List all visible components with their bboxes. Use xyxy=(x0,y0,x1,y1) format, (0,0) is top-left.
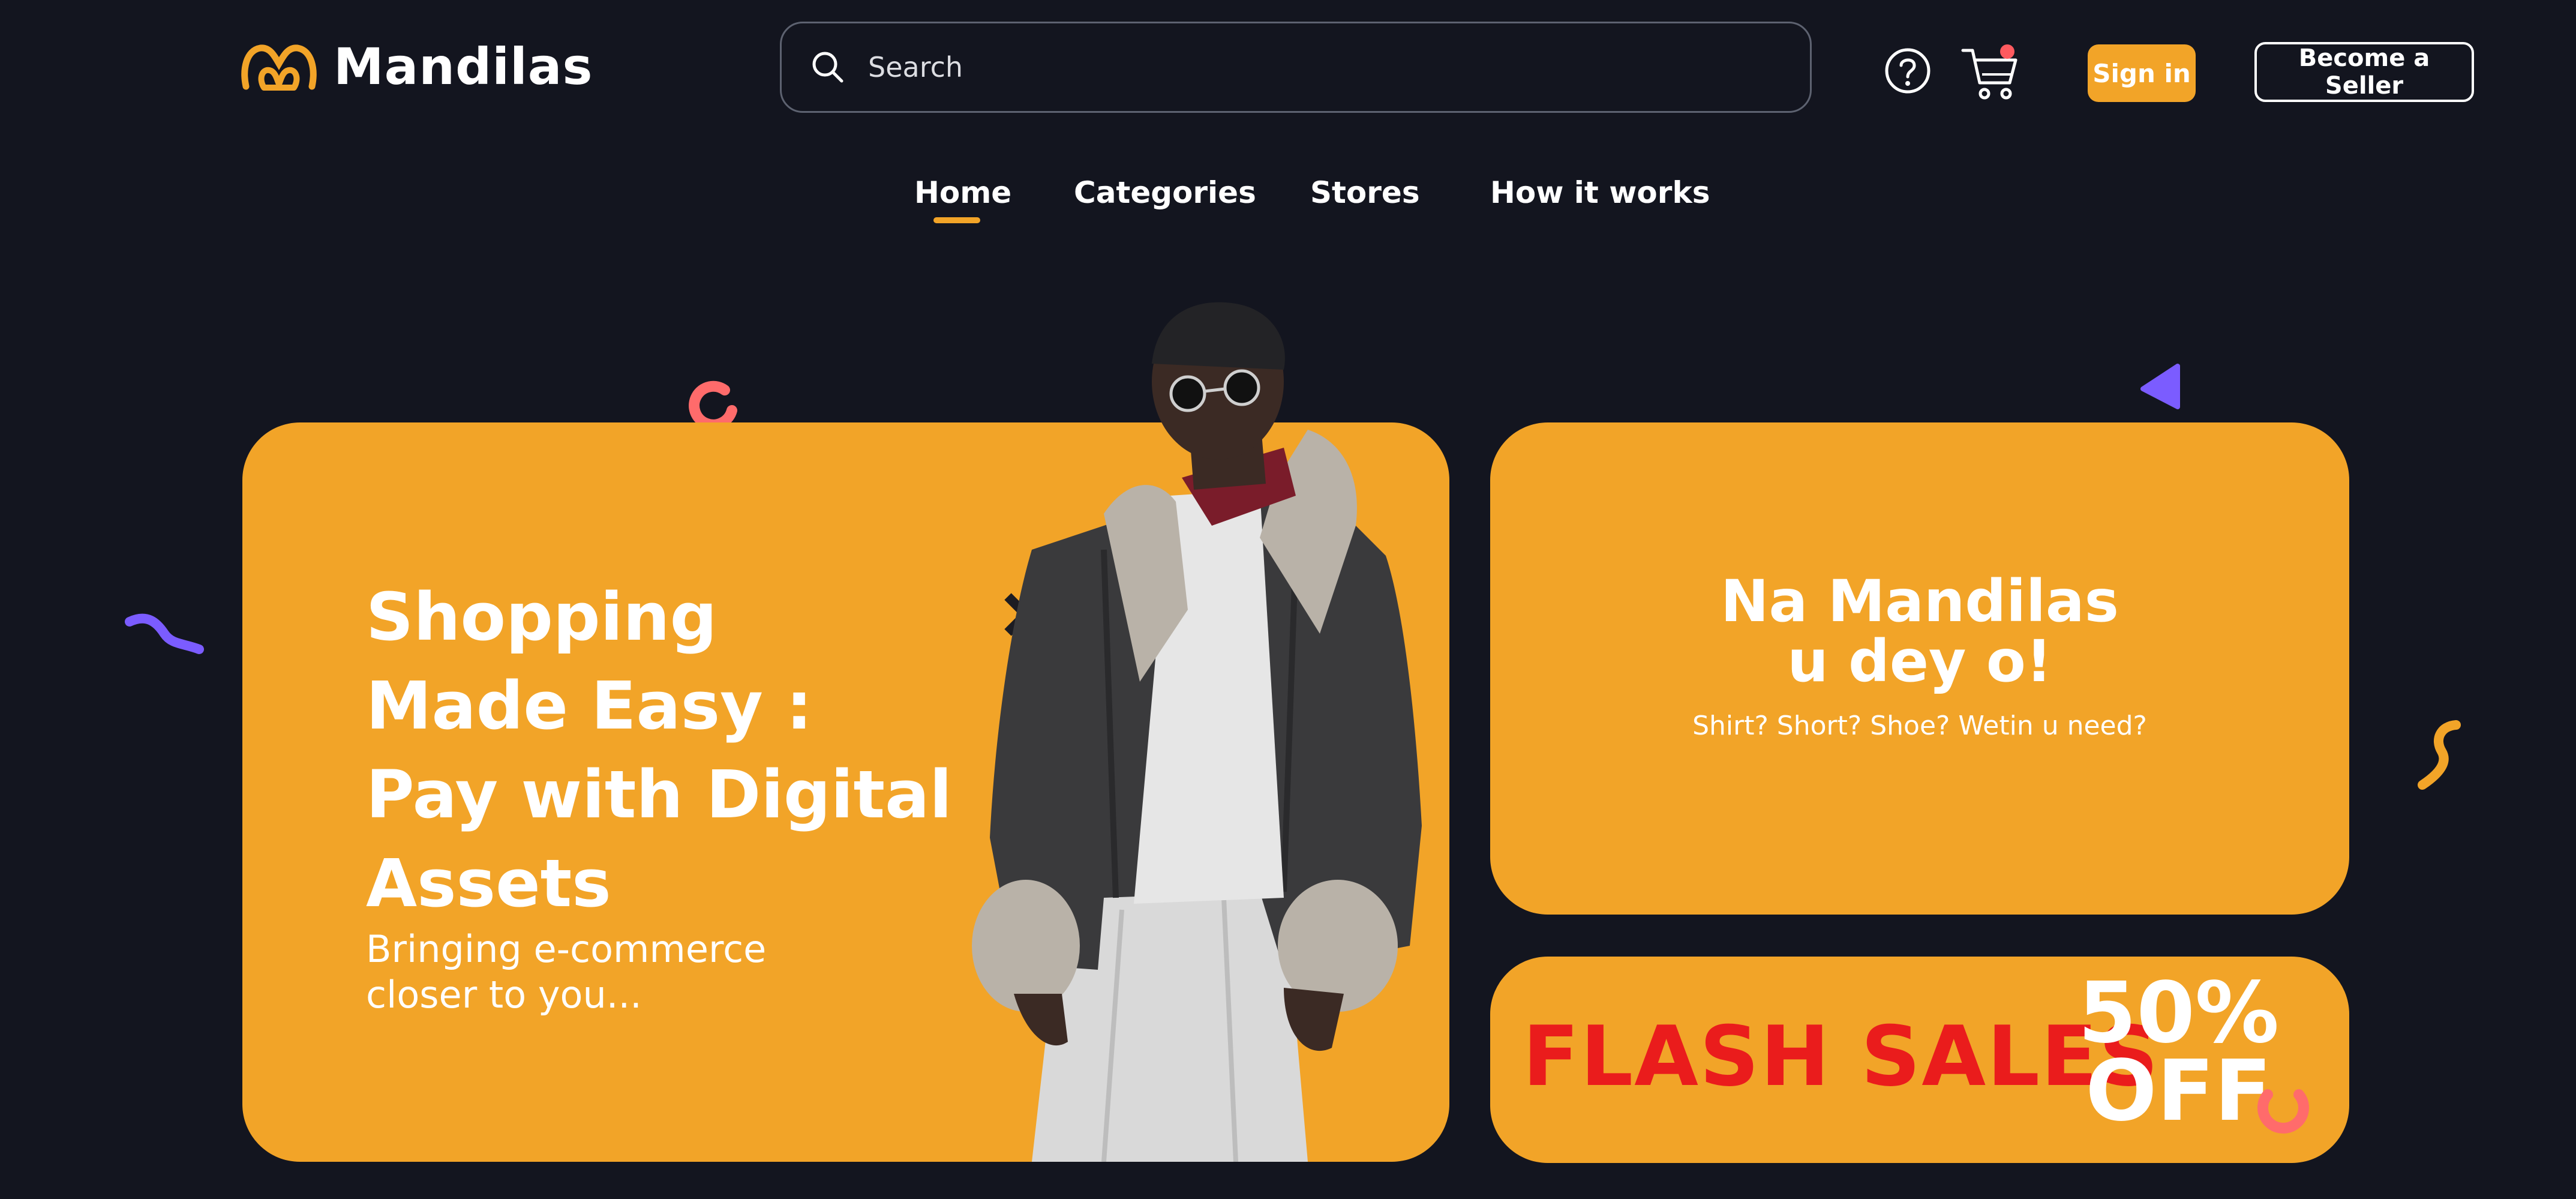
promo-subtitle: Shirt? Short? Shoe? Wetin u need? xyxy=(1692,711,2147,741)
search-input[interactable] xyxy=(867,50,1769,84)
cart-badge xyxy=(2000,44,2014,59)
orange-squiggle-decoration xyxy=(2418,720,2461,790)
nav-item-categories[interactable]: Categories xyxy=(1074,175,1256,210)
flash-sales-label: FLASH SALES xyxy=(1523,1008,2160,1105)
purple-squiggle-decoration xyxy=(125,613,204,654)
nav-item-stores[interactable]: Stores xyxy=(1310,175,1420,210)
brand-name: Mandilas xyxy=(334,37,593,96)
flash-sales-card[interactable]: FLASH SALES 50% OFF xyxy=(1490,957,2349,1163)
brand-logo[interactable]: Mandilas xyxy=(240,37,593,96)
nav-active-indicator xyxy=(933,217,980,223)
cart-button[interactable] xyxy=(1960,43,2026,106)
nav-item-home[interactable]: Home xyxy=(914,175,1011,210)
search-bar[interactable] xyxy=(780,22,1812,113)
become-seller-button[interactable]: Become a Seller xyxy=(2254,42,2474,102)
purple-triangle-decoration xyxy=(2140,364,2180,409)
cart-icon xyxy=(1961,44,2017,100)
coral-ring-decoration-small xyxy=(2257,1089,2309,1134)
hero-title: Shopping Made Easy : Pay with Digital As… xyxy=(366,578,953,922)
help-button[interactable] xyxy=(1884,47,1932,97)
promo-title: Na Mandilas u dey o! xyxy=(1721,568,2119,695)
mandilas-logo-icon xyxy=(241,44,317,91)
discount-percent: 50% xyxy=(2078,964,2280,1062)
help-circle-icon xyxy=(1885,48,1931,94)
search-icon xyxy=(812,52,843,83)
model-photo xyxy=(972,302,1422,1162)
hero-subtitle: Bringing e-commerce closer to you... xyxy=(366,927,767,1017)
nav-item-how-it-works[interactable]: How it works xyxy=(1490,175,1710,210)
discount-off: OFF xyxy=(2085,1042,2272,1140)
promo-card[interactable]: Na Mandilas u dey o! Shirt? Short? Shoe?… xyxy=(1490,422,2349,915)
discount-badge: 50% OFF xyxy=(2078,964,2280,1140)
sign-in-button[interactable]: Sign in xyxy=(2088,44,2196,102)
